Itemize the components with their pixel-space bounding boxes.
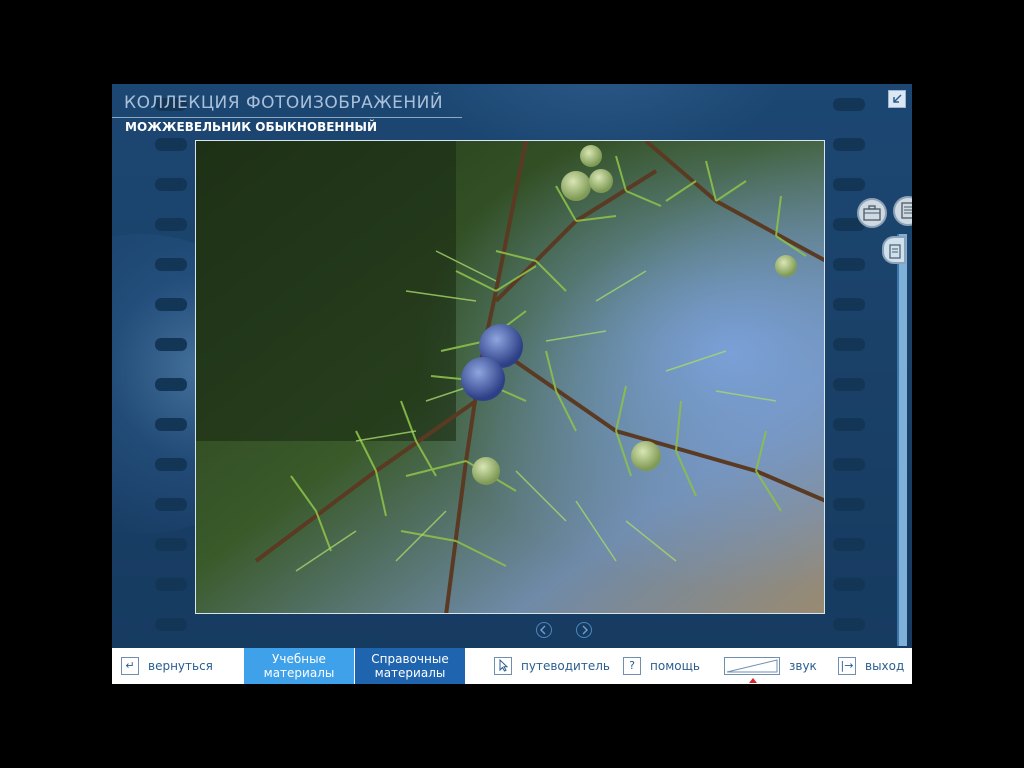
film-perforation — [833, 418, 865, 431]
app-window: КОЛЛЕКЦИЯ ФОТОИЗОБРАЖЕНИЙ МОЖЖЕВЕЛЬНИК О… — [112, 84, 912, 684]
film-strip-right — [830, 84, 868, 644]
document-icon — [901, 202, 912, 219]
juniper-branch-image — [196, 141, 824, 613]
film-perforation — [155, 618, 187, 631]
portfolio-button[interactable] — [857, 198, 887, 228]
film-perforation — [833, 378, 865, 391]
film-perforation — [833, 578, 865, 591]
exit-icon: |→ — [838, 657, 856, 675]
film-perforation — [155, 298, 187, 311]
sound-label-item: звук — [789, 648, 817, 684]
film-perforation — [155, 538, 187, 551]
clipboard-icon — [889, 244, 901, 259]
film-perforation — [833, 178, 865, 191]
tab-study-line2: материалы — [263, 666, 335, 680]
film-perforation — [833, 258, 865, 271]
bottom-toolbar: ↵ вернуться Учебные материалы Справочные… — [112, 648, 912, 684]
tab-ref-line2: материалы — [374, 666, 446, 680]
film-perforation — [155, 418, 187, 431]
film-perforation — [155, 498, 187, 511]
back-label: вернуться — [148, 659, 213, 673]
tab-reference-materials[interactable]: Справочные материалы — [355, 648, 465, 684]
film-perforation — [833, 298, 865, 311]
volume-ramp-icon — [726, 659, 778, 673]
help-icon: ? — [623, 657, 641, 675]
film-perforation — [155, 218, 187, 231]
tab-study-materials[interactable]: Учебные материалы — [244, 648, 354, 684]
film-perforation — [833, 98, 865, 111]
film-perforation — [155, 378, 187, 391]
header: КОЛЛЕКЦИЯ ФОТОИЗОБРАЖЕНИЙ МОЖЖЕВЕЛЬНИК О… — [112, 84, 462, 134]
guide-label: путеводитель — [521, 659, 610, 673]
volume-marker[interactable] — [749, 678, 757, 683]
side-scroll-track — [897, 234, 907, 646]
chevron-right-icon — [582, 625, 588, 635]
cursor-icon — [494, 657, 512, 675]
photo-caption: МОЖЖЕВЕЛЬНИК ОБЫКНОВЕННЫЙ — [125, 120, 377, 134]
film-perforation — [155, 258, 187, 271]
return-arrow-icon: ↵ — [121, 657, 139, 675]
page-title: КОЛЛЕКЦИЯ ФОТОИЗОБРАЖЕНИЙ — [124, 93, 444, 113]
briefcase-icon — [863, 205, 881, 221]
film-perforation — [833, 498, 865, 511]
film-perforation — [155, 578, 187, 591]
tab-ref-line1: Справочные — [371, 652, 449, 666]
film-perforation — [833, 458, 865, 471]
help-button[interactable]: ? помощь — [623, 648, 700, 684]
film-perforation — [833, 618, 865, 631]
film-perforation — [833, 138, 865, 151]
film-perforation — [155, 138, 187, 151]
minimize-arrow-icon — [893, 94, 902, 103]
previous-photo-button[interactable] — [536, 622, 552, 638]
clipboard-button[interactable] — [882, 236, 906, 264]
title-divider — [112, 117, 462, 118]
film-perforation — [833, 538, 865, 551]
chevron-left-icon — [540, 625, 546, 635]
film-perforation — [155, 458, 187, 471]
next-photo-button[interactable] — [576, 622, 592, 638]
film-perforation — [155, 338, 187, 351]
sound-volume-slider[interactable] — [724, 657, 780, 675]
film-perforation — [155, 178, 187, 191]
notes-button[interactable] — [893, 196, 912, 226]
minimize-button[interactable] — [888, 90, 906, 108]
film-perforation — [833, 338, 865, 351]
exit-label: выход — [865, 659, 905, 673]
sound-label: звук — [789, 659, 817, 673]
juniper-photo — [195, 140, 825, 614]
exit-button[interactable]: |→ выход — [838, 648, 904, 684]
guide-button[interactable]: путеводитель — [494, 648, 610, 684]
help-label: помощь — [650, 659, 700, 673]
tab-study-line1: Учебные — [272, 652, 326, 666]
film-strip-left — [152, 84, 190, 644]
back-button[interactable]: ↵ вернуться — [121, 648, 213, 684]
